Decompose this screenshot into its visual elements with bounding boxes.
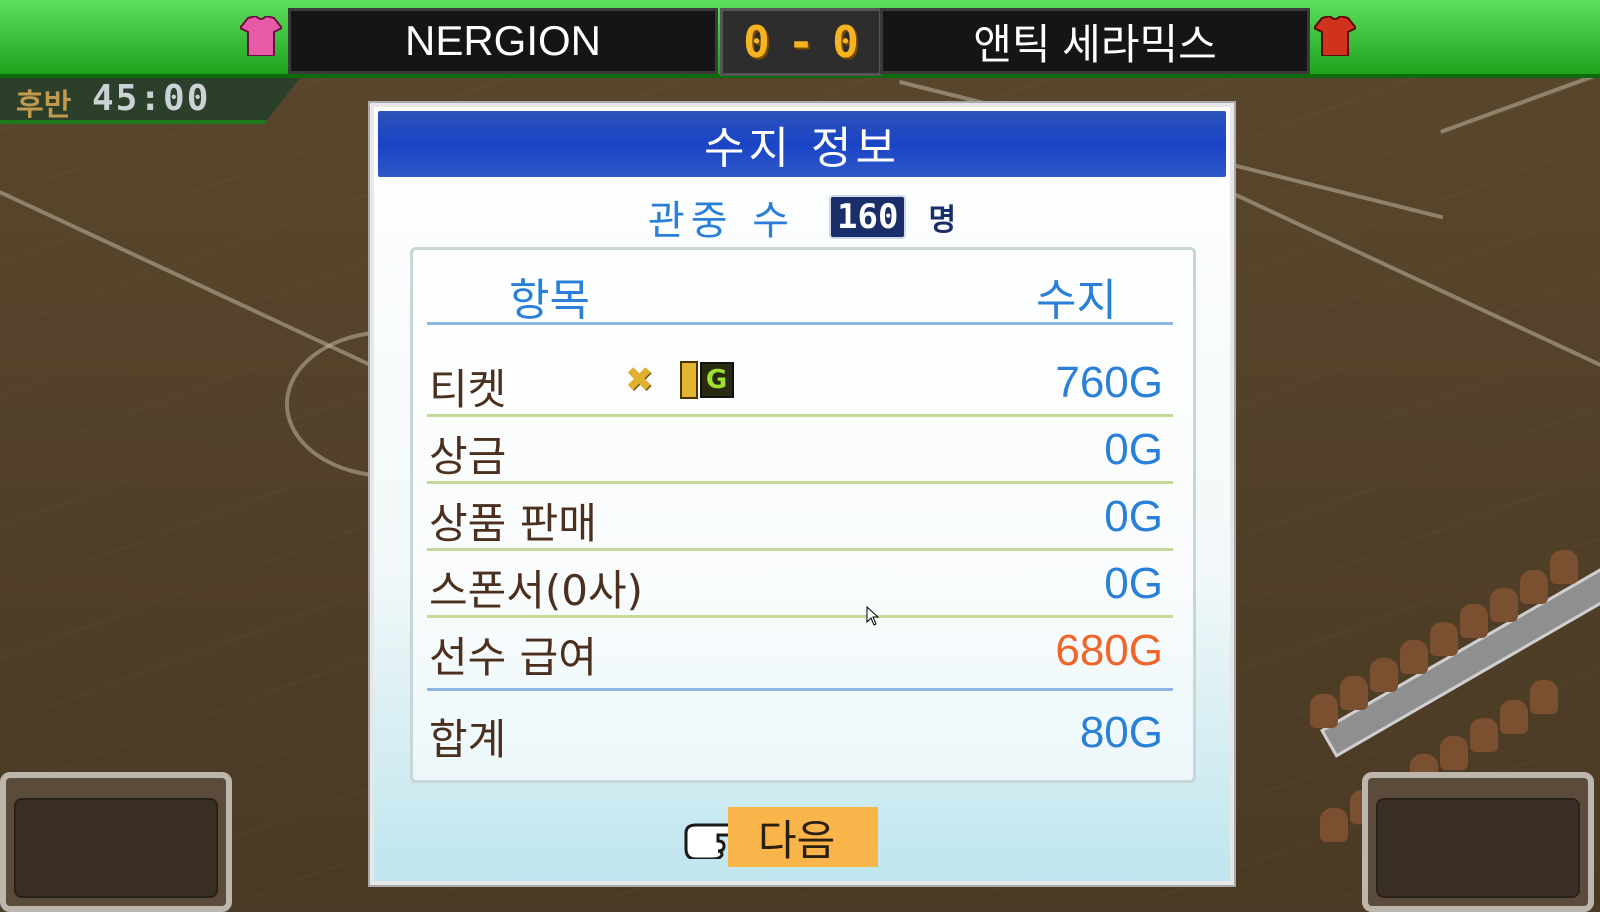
spectator xyxy=(1530,680,1558,714)
attendance-value: 160 xyxy=(829,195,907,239)
left-info-panel xyxy=(0,772,232,912)
table-row: 상금 0G xyxy=(427,417,1173,484)
row-label: 상품 판매 xyxy=(429,499,597,548)
total-divider xyxy=(427,688,1173,691)
away-score: 0 xyxy=(832,16,859,68)
spectator xyxy=(1520,570,1548,604)
table-row: 상품 판매 0G xyxy=(427,484,1173,551)
row-label: 스폰서(0사) xyxy=(429,566,644,615)
spectator xyxy=(1310,694,1338,728)
player xyxy=(182,492,218,552)
row-value: 0G xyxy=(1104,425,1163,474)
total-value: 80G xyxy=(1079,708,1163,757)
total-label: 합계 xyxy=(429,715,507,764)
dialog-title: 수지 정보 xyxy=(378,111,1226,177)
half-indicator: 후반 xyxy=(16,88,72,123)
player xyxy=(324,340,360,400)
match-timer: 후반 45:00 xyxy=(0,78,300,124)
balance-table: 항목 수지 티켓 ✖ 1 G 760G 상금 0G 상품 판매 0G 스폰서(0… xyxy=(410,247,1196,783)
column-header-item: 항목 xyxy=(509,275,590,326)
player xyxy=(10,240,46,300)
spectator xyxy=(1430,622,1458,656)
mouse-cursor-icon xyxy=(866,606,880,626)
row-label: 상금 xyxy=(429,432,507,481)
right-info-panel xyxy=(1362,772,1594,912)
row-label: 선수 급여 xyxy=(429,633,597,682)
gold-currency-icon: G xyxy=(699,362,734,398)
score-separator: - xyxy=(787,16,815,68)
spectator xyxy=(1550,550,1578,584)
spectator xyxy=(1400,640,1428,674)
stadium-railing xyxy=(1320,562,1600,758)
attendance-value-group: 160 명 xyxy=(829,195,956,239)
score-display: 0 - 0 xyxy=(720,8,882,76)
home-score: 0 xyxy=(743,16,770,68)
table-row: 티켓 ✖ 1 G 760G xyxy=(427,350,1173,417)
field-line xyxy=(1228,190,1600,372)
player xyxy=(244,838,280,898)
attendance-row: 관중 수 160 명 xyxy=(374,187,1230,247)
away-shirt-icon xyxy=(1314,16,1356,56)
spectator xyxy=(1370,658,1398,692)
scoreboard: NERGION 0 - 0 앤틱 세라믹스 xyxy=(0,0,1600,78)
row-value: 760G xyxy=(1055,358,1163,407)
spectator xyxy=(1470,718,1498,752)
attendance-unit: 명 xyxy=(928,203,957,238)
ticket-price-indicator: ✖ 1 G xyxy=(625,360,734,400)
row-value: 0G xyxy=(1104,559,1163,608)
row-value: 680G xyxy=(1055,626,1163,675)
total-row: 합계 80G xyxy=(427,700,1173,764)
table-row: 선수 급여 680G xyxy=(427,618,1173,682)
row-value: 0G xyxy=(1104,492,1163,541)
table-row: 스폰서(0사) 0G xyxy=(427,551,1173,618)
x-icon: ✖ xyxy=(625,360,654,400)
column-header-balance: 수지 xyxy=(1036,275,1117,326)
header-divider xyxy=(427,322,1173,325)
row-label: 티켓 xyxy=(429,365,507,414)
spectator xyxy=(1440,736,1468,770)
match-clock: 45:00 xyxy=(92,78,211,119)
digit-one-glyph xyxy=(679,361,698,399)
player xyxy=(264,776,300,836)
player xyxy=(106,698,142,758)
spectator xyxy=(1500,700,1528,734)
away-team-name: 앤틱 세라믹스 xyxy=(880,8,1310,74)
spectator xyxy=(1320,808,1348,842)
ticket-price: 1 G xyxy=(679,361,734,399)
next-button[interactable]: 다음 xyxy=(728,807,878,867)
attendance-label: 관중 수 xyxy=(647,198,796,244)
spectator xyxy=(1490,588,1518,622)
balance-info-dialog: 수지 정보 관중 수 160 명 항목 수지 티켓 ✖ 1 G 760G 상금 xyxy=(370,103,1234,885)
home-team-name: NERGION xyxy=(288,8,718,74)
spectator xyxy=(1460,604,1488,638)
home-shirt-icon xyxy=(240,16,282,56)
spectator xyxy=(1340,676,1368,710)
